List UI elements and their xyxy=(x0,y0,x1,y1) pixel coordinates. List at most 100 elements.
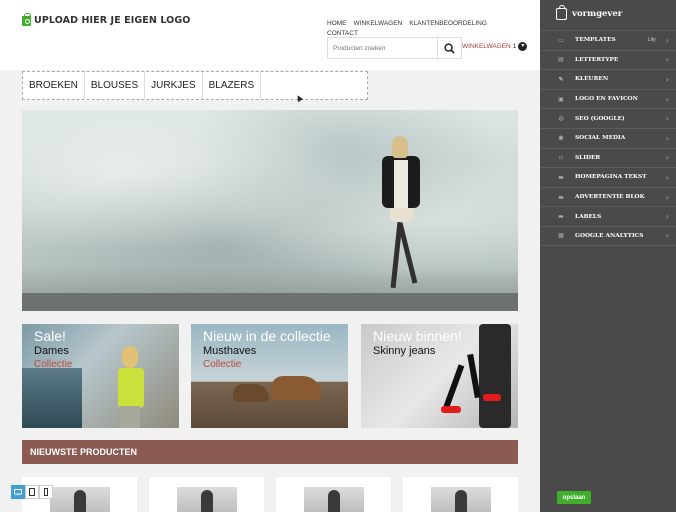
sidebar-item-label: ADVERTENTIE BLOK xyxy=(575,194,645,201)
sidebar-header: vormgever xyxy=(540,0,676,28)
cart-label: WINKELWAGEN xyxy=(462,43,511,50)
sidebar-item-label: TEMPLATES xyxy=(575,37,616,44)
sidebar-item-advertentie-blok[interactable]: ▬ ADVERTENTIE BLOK › xyxy=(540,186,676,207)
hero-slider[interactable] xyxy=(22,110,518,311)
product-image xyxy=(431,487,491,512)
promo-accent: Collectie xyxy=(34,359,73,370)
category-blazers[interactable]: BLAZERS xyxy=(203,72,262,99)
bag-logo-icon xyxy=(556,5,567,20)
logo-text: UPLOAD HIER JE EIGEN LOGO xyxy=(34,15,191,26)
category-blouses[interactable]: BLOUSES xyxy=(85,72,146,99)
logo-icon: ▣ xyxy=(558,95,564,103)
promo-image-city xyxy=(22,368,82,428)
promo-image-shoe xyxy=(233,384,269,402)
nav-home[interactable]: HOME xyxy=(327,20,347,27)
category-jurkjes[interactable]: JURKJES xyxy=(145,72,203,99)
sidebar-item-label: LABELS xyxy=(575,213,602,220)
site-header: UPLOAD HIER JE EIGEN LOGO HOME WINKELWAGE… xyxy=(0,0,540,70)
chevron-right-icon: › xyxy=(665,55,669,65)
sidebar-item-label: LETTERTYPE xyxy=(575,56,619,63)
mobile-icon xyxy=(44,488,48,496)
sidebar-item-social-media[interactable]: ✱ SOCIAL MEDIA › xyxy=(540,127,676,148)
tablet-view-button[interactable] xyxy=(25,485,39,499)
template-icon: ▭ xyxy=(558,36,564,44)
promo-title: Sale! xyxy=(34,328,66,344)
sidebar-brand: vormgever xyxy=(572,9,623,19)
promo-block-jeans[interactable]: Nieuw binnen! Skinny jeans xyxy=(361,324,518,428)
font-icon: ▤ xyxy=(558,56,564,64)
product-image xyxy=(50,487,110,512)
chevron-right-icon: › xyxy=(665,133,669,143)
hero-model xyxy=(374,136,434,301)
chevron-right-icon: › xyxy=(665,94,669,104)
sidebar-item-label: HOMEPAGINA TEKST xyxy=(575,174,647,181)
product-image xyxy=(304,487,364,512)
sidebar-item-seo[interactable]: ◍ SEO (GOOGLE) › xyxy=(540,108,676,128)
desktop-view-button[interactable] xyxy=(11,485,25,499)
sidebar-item-value: Lily xyxy=(647,37,656,44)
save-button[interactable]: opslaan xyxy=(557,491,591,504)
chevron-right-icon: › xyxy=(665,35,669,45)
nav-winkelwagen[interactable]: WINKELWAGEN xyxy=(354,20,403,27)
chevron-right-icon: › xyxy=(665,114,669,124)
sidebar-menu: ▭ TEMPLATES Lily › ▤ LETTERTYPE › ✎ KLEUREN › ▣… xyxy=(540,30,676,246)
globe-icon: ◍ xyxy=(558,115,564,123)
sidebar-item-homepagina-tekst[interactable]: ▬ HOMEPAGINA TEKST › xyxy=(540,167,676,187)
color-icon: ✎ xyxy=(558,75,564,83)
product-card[interactable] xyxy=(403,477,518,512)
search-button[interactable] xyxy=(437,38,461,58)
sidebar-item-label: SLIDER xyxy=(575,154,601,161)
promo-image-leg xyxy=(443,364,465,408)
sidebar-item-kleuren[interactable]: ✎ KLEUREN › xyxy=(540,69,676,89)
promo-image-heel xyxy=(441,406,461,413)
hero-ground xyxy=(22,293,518,311)
sidebar-item-logo-favicon[interactable]: ▣ LOGO EN FAVICON › xyxy=(540,88,676,109)
top-nav: HOME WINKELWAGEN KLANTENBEOORDELING CONTAC… xyxy=(327,19,487,39)
ad-icon: ▬ xyxy=(558,193,564,201)
sidebar-item-templates[interactable]: ▭ TEMPLATES Lily › xyxy=(540,30,676,50)
promo-image-pole xyxy=(479,324,511,428)
sidebar-item-label: SEO (GOOGLE) xyxy=(575,115,625,122)
analytics-icon: ▦ xyxy=(558,232,564,240)
promo-image-heel xyxy=(483,394,501,401)
cart[interactable]: WINKELWAGEN 1 ▾ xyxy=(462,42,528,51)
search-box xyxy=(327,37,462,59)
chevron-right-icon: › xyxy=(665,172,669,182)
sidebar-item-label: GOOGLE ANALYTICS xyxy=(575,232,644,239)
designer-sidebar: vormgever ▭ TEMPLATES Lily › ▤ LETTERTYPE › ✎… xyxy=(540,0,676,512)
logo[interactable]: UPLOAD HIER JE EIGEN LOGO xyxy=(22,12,191,26)
chevron-right-icon: › xyxy=(665,74,669,84)
promo-image-model xyxy=(114,346,146,428)
product-image xyxy=(177,487,237,512)
product-card[interactable] xyxy=(149,477,264,512)
newest-products-heading: NIEUWSTE PRODUCTEN xyxy=(22,440,518,464)
device-switcher xyxy=(11,485,53,499)
text-icon: ▬ xyxy=(558,173,564,181)
sidebar-item-lettertype[interactable]: ▤ LETTERTYPE › xyxy=(540,49,676,70)
promo-subtitle: Dames xyxy=(34,345,69,357)
chevron-right-icon: › xyxy=(665,212,669,222)
nav-contact[interactable]: CONTACT xyxy=(327,30,358,37)
sidebar-item-google-analytics[interactable]: ▦ GOOGLE ANALYTICS › xyxy=(540,225,676,246)
nav-klantenbeoordeling[interactable]: KLANTENBEOORDELING xyxy=(409,20,487,27)
category-nav: BROEKEN BLOUSES JURKJES BLAZERS xyxy=(22,71,368,100)
sidebar-item-labels[interactable]: ▬ LABELS › xyxy=(540,206,676,226)
sidebar-item-label: KLEUREN xyxy=(575,76,609,83)
promo-image-shoe xyxy=(271,376,321,400)
slider-icon: ▫ xyxy=(558,154,564,162)
category-broeken[interactable]: BROEKEN xyxy=(23,72,85,99)
desktop-icon xyxy=(14,488,22,495)
label-icon: ▬ xyxy=(558,213,564,221)
sidebar-item-label: LOGO EN FAVICON xyxy=(575,96,638,103)
mobile-view-button[interactable] xyxy=(39,485,53,499)
promo-subtitle: Skinny jeans xyxy=(373,345,436,357)
search-input[interactable] xyxy=(328,38,438,58)
promo-block-new[interactable]: Nieuw in de collectie Musthaves Collecti… xyxy=(191,324,348,428)
product-card[interactable] xyxy=(276,477,391,512)
shop-preview: UPLOAD HIER JE EIGEN LOGO HOME WINKELWAGE… xyxy=(0,0,540,512)
chevron-right-icon: › xyxy=(665,192,669,202)
sidebar-item-slider[interactable]: ▫ SLIDER › xyxy=(540,147,676,168)
promo-block-sale[interactable]: Sale! Dames Collectie xyxy=(22,324,179,428)
search-icon xyxy=(444,42,455,54)
cart-count: 1 xyxy=(512,43,517,50)
